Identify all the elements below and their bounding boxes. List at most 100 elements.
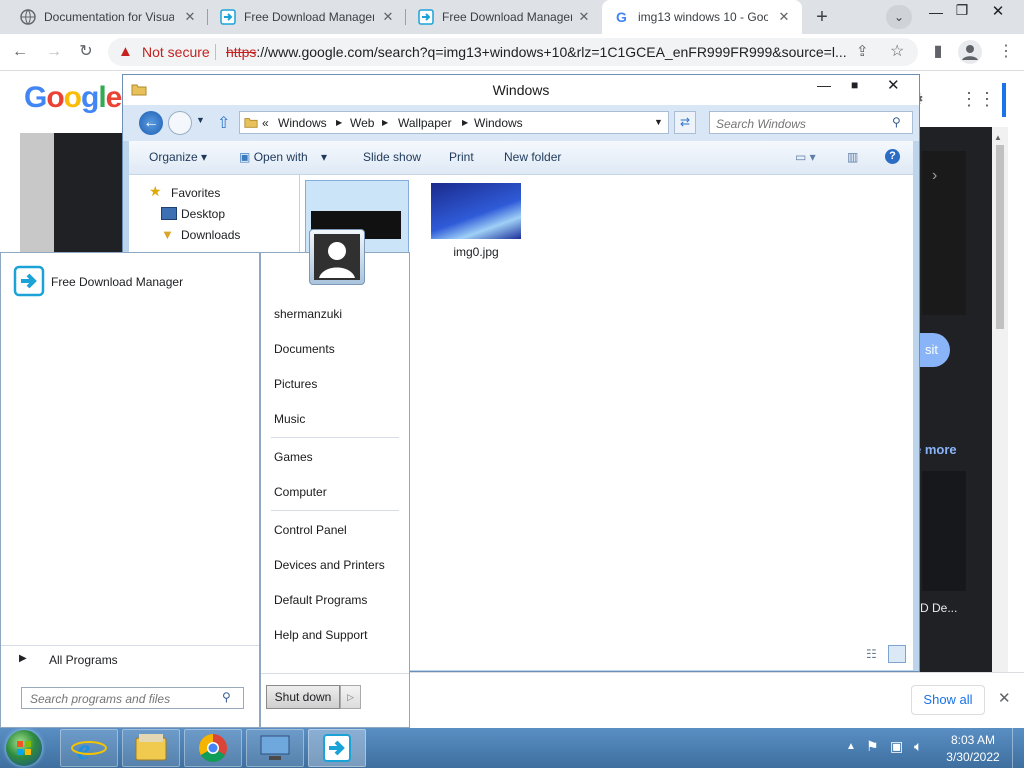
taskbar-network[interactable] (246, 729, 304, 767)
volume-icon[interactable]: 🔈︎ (914, 738, 922, 755)
start-item-user[interactable]: shermanzuki (274, 307, 342, 321)
back-icon[interactable]: ← (10, 42, 30, 62)
close-icon[interactable]: ✕ (380, 9, 396, 25)
search-icon[interactable]: ⚲ (892, 115, 901, 129)
tab-documentation[interactable]: Documentation for Visua ✕ (8, 0, 208, 34)
file-name[interactable]: img0.jpg (431, 245, 521, 259)
apps-grid-icon[interactable]: ⋮⋮ (960, 89, 996, 113)
breadcrumb-overflow[interactable]: « (262, 116, 269, 130)
result-caption[interactable]: D De... (920, 601, 957, 615)
action-center-flag-icon[interactable]: ⚑ (866, 738, 879, 755)
address-dropdown-icon[interactable]: ▼ (654, 117, 663, 127)
nav-desktop[interactable]: Desktop (181, 207, 225, 221)
up-arrow-icon[interactable]: ⇧ (217, 113, 230, 133)
refresh-icon[interactable]: ⇄ (674, 111, 696, 134)
view-options-icon[interactable]: ▭ ▾ (795, 150, 816, 164)
restore-button[interactable]: ❐ (952, 2, 972, 22)
explorer-search-input[interactable] (714, 114, 888, 133)
all-programs[interactable]: All Programs (49, 653, 118, 667)
address-bar[interactable]: ▲ Not secure https://www.google.com/sear… (108, 38, 918, 66)
tab-search-button[interactable]: ⌄ (886, 5, 912, 29)
breadcrumb-sep-icon[interactable]: ▶ (382, 118, 388, 127)
start-item-default-programs[interactable]: Default Programs (274, 593, 367, 607)
clock-time[interactable]: 8:03 AM (940, 733, 1006, 747)
slide-show-button[interactable]: Slide show (363, 150, 421, 164)
preview-image-bottom[interactable] (922, 471, 966, 591)
tab-fdm-1[interactable]: Free Download Manager ✕ (208, 0, 406, 34)
show-hidden-icons[interactable]: ▲ (846, 741, 856, 752)
explorer-search-box[interactable]: ⚲ (709, 111, 913, 134)
show-desktop-button[interactable] (1012, 728, 1024, 768)
tab-fdm-2[interactable]: Free Download Manager ✕ (406, 0, 602, 34)
url-text[interactable]: https://www.google.com/search?q=img13+wi… (226, 38, 847, 66)
explorer-maximize-button[interactable]: ■ (851, 78, 858, 92)
shutdown-button[interactable]: Shut down (266, 685, 340, 709)
new-tab-button[interactable]: + (810, 5, 834, 29)
explorer-close-button[interactable]: ✕ (887, 76, 900, 94)
page-scrollbar[interactable]: ▲ ▼ (992, 127, 1008, 727)
nav-favorites[interactable]: Favorites (171, 186, 220, 200)
organize-button[interactable]: Organize ▾ (149, 150, 207, 164)
close-icon[interactable]: ✕ (776, 9, 792, 25)
breadcrumb-current[interactable]: Windows (474, 116, 523, 130)
breadcrumb-sep-icon[interactable]: ▶ (462, 118, 468, 127)
clock-date[interactable]: 3/30/2022 (940, 750, 1006, 764)
breadcrumb-windows[interactable]: Windows (278, 116, 327, 130)
show-all-button[interactable]: Show all (911, 685, 985, 715)
recent-pages-chevron-icon[interactable]: ▼ (196, 115, 205, 125)
start-orb-button[interactable] (6, 730, 42, 766)
forward-arrow-icon[interactable] (168, 111, 192, 135)
forward-icon[interactable]: → (44, 42, 64, 62)
print-button[interactable]: Print (449, 150, 474, 164)
explorer-minimize-button[interactable]: — (817, 77, 831, 93)
minimize-button[interactable]: — (926, 4, 946, 24)
start-item-help-support[interactable]: Help and Support (274, 628, 367, 642)
tab-google-search[interactable]: G img13 windows 10 - Goo ✕ (602, 0, 802, 34)
profile-avatar[interactable] (958, 40, 982, 64)
menu-kebab-icon[interactable]: ⋮ (996, 42, 1016, 62)
security-label[interactable]: Not secure (142, 38, 210, 66)
breadcrumb-sep-icon[interactable]: ▶ (336, 118, 342, 127)
file-thumbnail-img0[interactable] (431, 183, 521, 239)
start-item-computer[interactable]: Computer (274, 485, 327, 499)
taskbar-chrome[interactable] (184, 729, 242, 767)
network-tray-icon[interactable]: ▣ (890, 738, 903, 755)
start-item-music[interactable]: Music (274, 412, 305, 426)
start-item-devices-printers[interactable]: Devices and Printers (274, 558, 385, 572)
start-item-games[interactable]: Games (274, 450, 313, 464)
new-folder-button[interactable]: New folder (504, 150, 561, 164)
breadcrumb-wallpaper[interactable]: Wallpaper (398, 116, 452, 130)
chevron-right-icon[interactable]: › (932, 167, 937, 185)
user-avatar[interactable] (309, 229, 365, 285)
shutdown-options-icon[interactable]: ▷ (340, 685, 361, 709)
details-view-icon[interactable]: ☷ (866, 647, 877, 661)
see-more-link[interactable]: e more (914, 442, 957, 457)
close-icon[interactable]: ✕ (576, 9, 592, 25)
nav-downloads[interactable]: Downloads (181, 228, 240, 242)
bookmark-star-icon[interactable]: ☆ (890, 38, 904, 66)
start-search-input[interactable] (28, 690, 218, 708)
taskbar-ie[interactable]: e (60, 729, 118, 767)
back-arrow-icon[interactable]: ← (139, 111, 163, 135)
window-close-button[interactable]: ✕ (988, 2, 1008, 22)
scroll-up-icon[interactable]: ▲ (994, 133, 1002, 142)
breadcrumb[interactable]: « Windows ▶ Web ▶ Wallpaper ▶ Windows ▼ (239, 111, 669, 134)
download-bar-close-icon[interactable]: ✕ (998, 689, 1011, 707)
open-with-button[interactable]: ▣ Open with ▾ (239, 150, 327, 164)
scrollbar-thumb[interactable] (996, 145, 1004, 329)
close-icon[interactable]: ✕ (182, 9, 198, 25)
preview-pane-icon[interactable]: ▥ (847, 150, 858, 164)
start-item-control-panel[interactable]: Control Panel (274, 523, 347, 537)
explorer-titlebar[interactable]: Windows — ■ ✕ (123, 75, 919, 105)
taskbar-explorer[interactable] (122, 729, 180, 767)
taskbar-fdm[interactable] (308, 729, 366, 767)
start-search-box[interactable]: ⚲ (21, 687, 244, 709)
reload-icon[interactable]: ↻ (76, 42, 96, 62)
side-panel-icon[interactable]: ▮ (928, 42, 948, 62)
help-icon[interactable]: ? (885, 149, 900, 164)
google-logo[interactable]: Google (24, 81, 122, 115)
preview-image-top[interactable] (922, 151, 966, 315)
start-item-documents[interactable]: Documents (274, 342, 335, 356)
large-icons-view-icon[interactable] (888, 645, 906, 663)
start-item-pictures[interactable]: Pictures (274, 377, 317, 391)
